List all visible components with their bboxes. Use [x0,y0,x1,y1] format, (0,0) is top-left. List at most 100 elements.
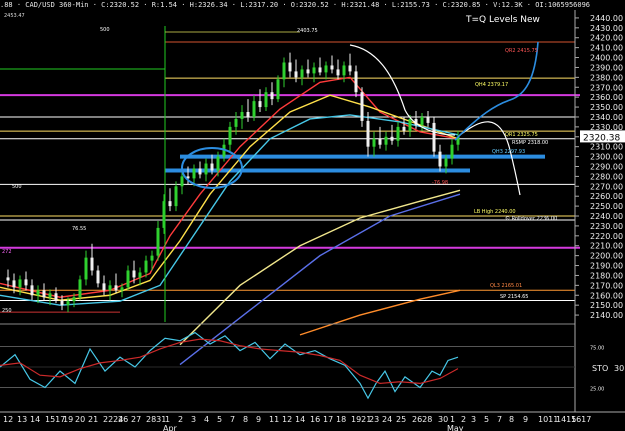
date-label: 7 [497,415,502,424]
candle-body [204,163,208,175]
price-tick-label: 2400.00 [590,54,623,63]
price-tick-label: 2390.00 [590,63,623,72]
price-tick-label: 2350.00 [590,103,623,112]
price-tick-label: 2370.00 [590,83,623,92]
price-tick-label: 2160.00 [590,291,623,300]
date-label: 9 [256,415,261,424]
date-label: 20 [75,415,85,424]
level-label: RSMP 2318.00 [512,140,548,146]
level-label: 500 [12,184,22,190]
level-label: 76.55 [72,226,86,232]
date-label: 2 [178,415,183,424]
date-label: 14 [295,415,305,424]
date-label: 25 [396,415,406,424]
price-tick-label: 2250.00 [590,202,623,211]
price-tick-label: 2360.00 [590,93,623,102]
sto-level-label: 75.00 [590,346,604,352]
date-label: 7 [230,415,235,424]
date-label: 18 [336,415,346,424]
price-tick-label: 2150.00 [590,301,623,310]
candle-body [282,62,286,80]
date-label: 30 [438,415,448,424]
candle-body [30,285,34,296]
level-label: -76.98 [432,180,448,186]
candle-body [372,138,376,147]
candle-body [378,138,382,145]
candle-body [420,116,424,125]
candle-body [66,301,70,306]
ma-line-ma-orange [299,289,461,336]
date-label: 5 [484,415,489,424]
candle-body [24,279,28,286]
price-tick-label: 2140.00 [590,311,623,320]
date-label: 2831 [146,415,166,424]
candle-body [408,118,412,131]
sto-line-d [0,338,459,385]
price-tick-label: 2170.00 [590,281,623,290]
month-label-may: May [447,424,464,431]
level-label: QL3 2165.01 [490,283,522,289]
level-label: SP 2154.65 [500,294,528,300]
candle-body [426,116,430,123]
candle-body [240,112,244,119]
date-label: 19 [63,415,73,424]
candle-body [438,151,442,167]
date-label: 27 [131,415,141,424]
month-label-apr: Apr [163,424,178,431]
price-tick-label: 2260.00 [590,192,623,201]
date-label: 14 [30,415,40,424]
candle-body [246,112,250,117]
candle-body [132,270,136,278]
price-tick-label: 2420.00 [590,34,623,43]
level-label: QR1 2325.75 [505,132,538,138]
level-label: 250 [2,308,12,314]
date-label: 5 [217,415,222,424]
price-tick-label: 2300.00 [590,153,623,162]
candle-body [12,280,16,288]
date-label: 23 [369,415,379,424]
level-label: 272 [2,249,12,255]
date-label: 16 [310,415,320,424]
date-label: 17 [323,415,333,424]
candle-body [432,122,436,152]
candle-body [78,279,82,298]
candle-body [306,69,310,74]
date-label: 12 [282,415,292,424]
candle-body [198,168,202,175]
candle-body [228,126,232,145]
candle-body [6,277,10,281]
price-tick-label: 2440.00 [590,14,623,23]
candle-body [84,257,88,280]
date-label: 8 [243,415,248,424]
price-tick-label: 2310.00 [590,143,623,152]
date-label: 2 [461,415,466,424]
candle-body [216,156,220,171]
sto-level-label: 25.00 [590,387,604,393]
level-label: LB High 2240.00 [474,209,516,215]
price-tick-label: 2270.00 [590,182,623,191]
candle-body [114,285,118,291]
candle-body [102,283,106,291]
candle-body [138,272,142,278]
price-chart[interactable]: QR2 2415.75 QH4 2379.17 QR1 2325.75 RSMP 23… [0,0,625,431]
candle-body [234,118,238,127]
ma-line-ma-red [0,76,459,298]
candle-body [54,293,58,301]
date-label: 13 [17,415,27,424]
date-label: 24 [382,415,392,424]
date-label: 3 [471,415,476,424]
date-label: 12 [3,415,13,424]
candle-body [48,293,52,298]
candle-body [174,186,178,207]
date-label: 26 [118,415,128,424]
level-label: © Rolldover 2236.00 [505,215,557,222]
price-tick-label: 2190.00 [590,262,623,271]
candle-body [300,69,304,78]
price-tick-label: 2410.00 [590,44,623,53]
candle-body [330,65,334,70]
last-price-label: 2320.38 [583,133,620,143]
candle-body [126,270,130,288]
candle-body [270,92,274,100]
candle-body [342,65,346,76]
candle-body [258,101,262,108]
